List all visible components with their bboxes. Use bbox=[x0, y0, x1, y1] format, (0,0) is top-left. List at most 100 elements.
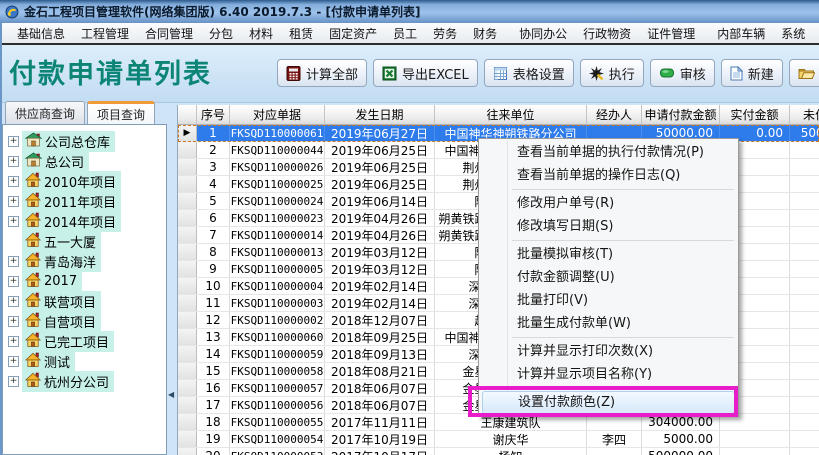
tree-item-1[interactable]: + 总公司 bbox=[3, 151, 166, 171]
table-row-20[interactable]: 20FKSQD1100000532017年10月17日杨知500000.00 bbox=[178, 448, 819, 455]
cell-doc: FKSQD110000044 bbox=[230, 142, 325, 158]
cell-seq: 17 bbox=[197, 397, 230, 413]
menu-item-15[interactable]: 内部车辆 bbox=[709, 22, 773, 45]
context-menu-item-6[interactable]: 批量模拟审核(T) bbox=[480, 243, 737, 266]
tree-item-highlight: 2011年项目 bbox=[22, 191, 121, 212]
toolbar-button-view[interactable]: 查看 bbox=[789, 59, 819, 87]
sidebar-tab-project-query[interactable]: 项目查询 bbox=[87, 101, 155, 125]
column-header-6[interactable]: 实付金额 bbox=[720, 105, 790, 124]
expand-plus-icon[interactable]: + bbox=[8, 216, 19, 227]
expand-plus-icon[interactable]: + bbox=[8, 256, 19, 267]
expand-plus-icon[interactable]: + bbox=[8, 336, 19, 347]
toolbar-button-table-settings[interactable]: 表格设置 bbox=[484, 59, 574, 87]
title-bar: 金石工程项目管理软件(网络集团版) 6.40 2019.7.3 - [付款申请单… bbox=[0, 0, 819, 23]
menu-item-4[interactable]: 材料 bbox=[241, 22, 281, 45]
menu-item-12[interactable]: 行政物资 bbox=[575, 22, 639, 45]
cell-date: 2017年10月19日 bbox=[325, 431, 435, 447]
tree-item-8[interactable]: +联营项目 bbox=[3, 291, 166, 311]
toolbar-button-new[interactable]: 新建 bbox=[721, 59, 783, 87]
menu-item-1[interactable]: 工程管理 bbox=[73, 22, 137, 45]
column-header-1[interactable]: 对应单据 bbox=[230, 105, 325, 124]
expand-plus-icon[interactable]: + bbox=[8, 276, 19, 287]
context-menu: 查看当前单据的执行付款情况(P)查看当前单据的操作日志(Q) 修改用户单号(R)修… bbox=[478, 138, 739, 417]
toolbar-button-export-excel[interactable]: 导出EXCEL bbox=[373, 59, 478, 87]
tree-item-0[interactable]: + 公司总仓库 bbox=[3, 131, 166, 151]
cell-seq: 9 bbox=[197, 261, 230, 277]
expand-plus-icon[interactable]: + bbox=[8, 136, 19, 147]
menu-item-5[interactable]: 租赁 bbox=[281, 22, 321, 45]
cell-unpaid bbox=[790, 363, 819, 379]
toolbar-button-calc-all[interactable]: 计算全部 bbox=[277, 59, 367, 87]
column-header-2[interactable]: 发生日期 bbox=[325, 105, 435, 124]
menu-item-11[interactable]: 协同办公 bbox=[511, 22, 575, 45]
cell-doc: FKSQD110000054 bbox=[230, 431, 325, 447]
table-row-19[interactable]: 19FKSQD1100000542017年10月19日谢庆华李四5000.00 bbox=[178, 431, 819, 448]
expand-plus-icon[interactable]: + bbox=[8, 356, 19, 367]
tree-item-6[interactable]: +青岛海洋 bbox=[3, 251, 166, 271]
tree-item-label: 总公司 bbox=[45, 152, 84, 171]
toolbar-button-audit[interactable]: 审核 bbox=[650, 59, 715, 87]
cell-date: 2019年06月25日 bbox=[325, 159, 435, 175]
menu-item-9[interactable]: 财务 bbox=[465, 22, 505, 45]
menu-item-7[interactable]: 员工 bbox=[385, 22, 425, 45]
expand-plus-icon[interactable]: + bbox=[8, 376, 19, 387]
column-header-5[interactable]: 申请付款金额 bbox=[642, 105, 720, 124]
tree-item-5[interactable]: 五一大厦 bbox=[3, 231, 166, 251]
menu-item-16[interactable]: 系统 bbox=[773, 22, 813, 45]
menu-item-8[interactable]: 劳务 bbox=[425, 22, 465, 45]
current-row-arrow-icon: ▶ bbox=[184, 128, 191, 138]
menu-item-0[interactable]: 基础信息 bbox=[9, 22, 73, 45]
column-header-0[interactable]: 序号 bbox=[197, 105, 230, 124]
context-menu-item-9[interactable]: 批量生成付款单(W) bbox=[480, 312, 737, 335]
cell-seq: 8 bbox=[197, 244, 230, 260]
cell-unpaid: 50000.00 bbox=[790, 125, 819, 141]
expand-plus-icon[interactable]: + bbox=[8, 296, 19, 307]
tree-item-highlight: 测试 bbox=[22, 351, 75, 372]
tree-item-9[interactable]: +自营项目 bbox=[3, 311, 166, 331]
column-header-4[interactable]: 经办人 bbox=[587, 105, 642, 124]
tree-item-7[interactable]: +2017 bbox=[3, 271, 166, 291]
tree-item-10[interactable]: +已完工项目 bbox=[3, 331, 166, 351]
tree-item-3[interactable]: +2011年项目 bbox=[3, 191, 166, 211]
toolbar-button-execute[interactable]: 执行 bbox=[580, 59, 644, 87]
menu-item-6[interactable]: 固定资产 bbox=[321, 22, 385, 45]
context-menu-item-7[interactable]: 付款金额调整(U) bbox=[480, 266, 737, 289]
tree-item-highlight: 联营项目 bbox=[22, 291, 101, 312]
context-menu-item-4[interactable]: 修改填写日期(S) bbox=[480, 215, 737, 238]
tree-item-label: 公司总仓库 bbox=[45, 132, 110, 151]
column-header-3[interactable]: 往来单位 bbox=[435, 105, 587, 124]
collapse-arrow-icon[interactable]: ◀ bbox=[168, 390, 174, 399]
tree-item-4[interactable]: +2014年项目 bbox=[3, 211, 166, 231]
menu-item-13[interactable]: 证件管理 bbox=[639, 22, 703, 45]
menu-item-2[interactable]: 合同管理 bbox=[137, 22, 201, 45]
context-menu-item-8[interactable]: 批量打印(V) bbox=[480, 289, 737, 312]
cell-unpaid bbox=[790, 227, 819, 243]
sidebar-tab-supplier-query[interactable]: 供应商查询 bbox=[5, 101, 85, 124]
tree-item-12[interactable]: +杭州分公司 bbox=[3, 371, 166, 391]
context-menu-separator bbox=[512, 189, 734, 190]
house-icon bbox=[25, 212, 41, 231]
expand-plus-icon[interactable]: + bbox=[8, 156, 19, 167]
context-menu-item-12[interactable]: 计算并显示项目名称(Y) bbox=[480, 363, 737, 386]
column-header-indicator[interactable] bbox=[178, 105, 197, 124]
menu-item-17[interactable]: 帮助 bbox=[813, 22, 819, 45]
cell-seq: 15 bbox=[197, 363, 230, 379]
tree-item-11[interactable]: +测试 bbox=[3, 351, 166, 371]
context-menu-item-1[interactable]: 查看当前单据的操作日志(Q) bbox=[480, 164, 737, 187]
menu-item-3[interactable]: 分包 bbox=[201, 22, 241, 45]
column-header-7[interactable]: 未付金额 bbox=[790, 105, 819, 124]
context-menu-item-0[interactable]: 查看当前单据的执行付款情况(P) bbox=[480, 141, 737, 164]
cell-date: 2018年06月07日 bbox=[325, 397, 435, 413]
row-indicator-cell bbox=[178, 278, 197, 294]
warehouse-icon bbox=[25, 152, 42, 171]
cell-date: 2019年02月14日 bbox=[325, 278, 435, 294]
expand-plus-icon[interactable]: + bbox=[8, 316, 19, 327]
cell-unpaid bbox=[790, 414, 819, 430]
expand-plus-icon[interactable]: + bbox=[8, 176, 19, 187]
context-menu-item-3[interactable]: 修改用户单号(R) bbox=[480, 192, 737, 215]
tree-item-2[interactable]: +2010年项目 bbox=[3, 171, 166, 191]
expand-plus-icon[interactable]: + bbox=[8, 196, 19, 207]
context-menu-item-11[interactable]: 计算并显示打印次数(X) bbox=[480, 340, 737, 363]
toolbar: 计算全部导出EXCEL表格设置执行审核新建查看 bbox=[277, 59, 819, 87]
sidebar-splitter[interactable]: ◀ bbox=[167, 103, 177, 455]
